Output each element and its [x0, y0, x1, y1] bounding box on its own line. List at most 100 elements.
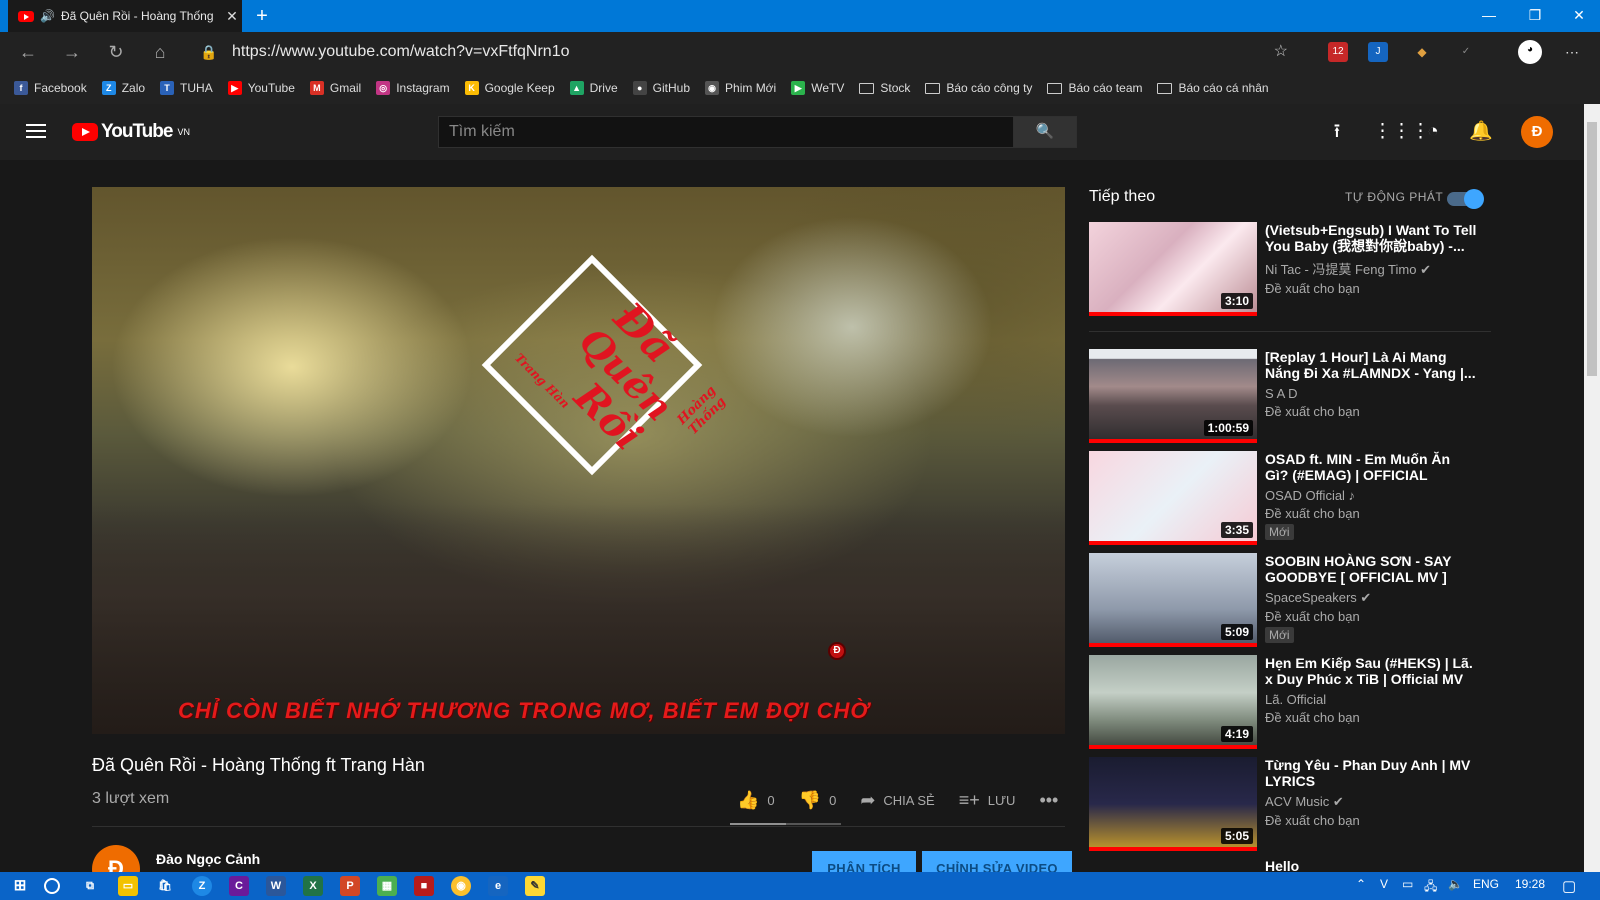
clock[interactable]: 19:28 — [1515, 877, 1545, 891]
video-player[interactable]: Đã Quên Rồi Hoàng Thống Trang Hàn Đ CHỈ … — [92, 187, 1065, 734]
bookmark-item[interactable]: ▲ Drive — [569, 81, 618, 95]
task-view-icon[interactable]: ⧉ — [80, 876, 100, 896]
extension-j-icon[interactable]: J — [1368, 42, 1388, 62]
menu-icon[interactable] — [26, 124, 46, 138]
bookmark-item[interactable]: ◎ Instagram — [376, 81, 450, 95]
forward-arrow-icon[interactable]: → — [58, 38, 86, 66]
profile-icon[interactable]: ◕ — [1518, 40, 1542, 64]
tab-close-icon[interactable]: ✕ — [222, 8, 242, 25]
speaker-icon[interactable]: 🔊 — [40, 9, 55, 23]
video-thumbnail[interactable]: 3:10 — [1089, 222, 1257, 316]
windows-start-icon[interactable]: ⊞ — [10, 876, 30, 896]
dislike-button[interactable]: 👎 0 — [799, 790, 837, 811]
edge-icon[interactable]: e — [488, 876, 508, 896]
recommendation-item[interactable]: 5:05 Từng Yêu - Phan Duy Anh | MV LYRICS A… — [1089, 757, 1489, 851]
tray-chevron-icon[interactable]: ⌃ — [1356, 877, 1366, 891]
scrollbar-thumb[interactable] — [1587, 122, 1597, 376]
bookmark-item[interactable]: ▶ YouTube — [227, 81, 295, 95]
battery-icon[interactable]: ▭ — [1402, 877, 1413, 891]
recommendation-title[interactable]: [Replay 1 Hour] Là Ai Mang Nắng Đi Xa #L… — [1265, 349, 1477, 381]
address-bar[interactable]: 🔒 https://www.youtube.com/watch?v=vxFtfq… — [186, 36, 1294, 68]
store-icon[interactable]: 🛍 — [155, 876, 175, 896]
extension-gray-icon[interactable]: ✓ — [1456, 42, 1476, 62]
new-tab-button[interactable]: + — [250, 4, 274, 28]
like-button[interactable]: 👍 0 — [737, 790, 775, 811]
recommendation-title[interactable]: Hẹn Em Kiếp Sau (#HEKS) | Lã. x Duy Phúc… — [1265, 655, 1477, 687]
recommendation-channel[interactable]: OSAD Official ♪ — [1265, 488, 1477, 503]
window-close-button[interactable]: ✕ — [1558, 0, 1600, 30]
powerpoint-icon[interactable]: P — [340, 876, 360, 896]
video-thumbnail[interactable]: 5:05 — [1089, 757, 1257, 851]
search-button[interactable]: 🔍 — [1013, 116, 1077, 148]
recommendation-item[interactable]: 5:09 SOOBIN HOÀNG SƠN - SAY GOODBYE [ OFF… — [1089, 553, 1489, 647]
recommendation-channel[interactable]: ACV Music ✔ — [1265, 794, 1477, 810]
share-button[interactable]: ➦ CHIA SẺ — [860, 790, 934, 811]
home-icon[interactable]: ⌂ — [146, 38, 174, 66]
video-thumbnail[interactable]: 4:19 — [1089, 655, 1257, 749]
save-button[interactable]: ≡+ LƯU — [959, 790, 1016, 811]
recommendation-title[interactable]: SOOBIN HOÀNG SƠN - SAY GOODBYE [ OFFICIA… — [1265, 553, 1477, 585]
notepad-icon[interactable]: ✎ — [525, 876, 545, 896]
recommendation-item[interactable]: 1:00:59 [Replay 1 Hour] Là Ai Mang Nắng Đ… — [1089, 349, 1489, 443]
video-thumbnail[interactable]: 3:35 — [1089, 451, 1257, 545]
search-circle-icon[interactable] — [44, 878, 60, 894]
restore-button[interactable]: ❐ — [1512, 0, 1558, 30]
reload-icon[interactable]: ↻ — [102, 38, 130, 66]
file-explorer-icon[interactable]: ▭ — [118, 876, 138, 896]
back-arrow-icon[interactable]: ← — [14, 38, 42, 66]
app-grid-color-icon[interactable]: ▦ — [377, 876, 397, 896]
bookmark-item[interactable]: Báo cáo cá nhân — [1157, 81, 1269, 95]
language-label[interactable]: ENG — [1473, 877, 1499, 891]
recommendation-channel[interactable]: S A D — [1265, 386, 1477, 401]
network-icon[interactable]: 🖧 — [1424, 877, 1437, 898]
recommendation-title[interactable]: OSAD ft. MIN - Em Muốn Ăn Gì? (#EMAG) | … — [1265, 451, 1477, 483]
browser-tab[interactable]: 🔊 Đã Quên Rồi - Hoàng Thống ✕ — [8, 0, 242, 32]
recommendation-item[interactable]: 3:10 (Vietsub+Engsub) I Want To Tell You … — [1089, 222, 1489, 316]
upload-icon[interactable]: ⭱ — [1325, 120, 1349, 144]
extension-orange-icon[interactable]: ◆ — [1412, 42, 1432, 62]
recommendation-channel[interactable]: SpaceSpeakers ✔ — [1265, 590, 1477, 606]
account-avatar[interactable]: Đ — [1521, 116, 1553, 148]
bookmark-item[interactable]: ● GitHub — [632, 81, 690, 95]
bookmark-item[interactable]: ▶ WeTV — [791, 81, 844, 95]
search-input[interactable]: Tìm kiếm — [438, 116, 1014, 148]
bookmark-item[interactable]: M Gmail — [309, 81, 361, 95]
bookmark-item[interactable]: Báo cáo team — [1047, 81, 1142, 95]
bookmark-item[interactable]: ◉ Phim Mới — [705, 81, 776, 95]
zalo-taskbar-icon[interactable]: Z — [192, 876, 212, 896]
extension-badge-icon[interactable]: 12 — [1328, 42, 1348, 62]
bookmark-item[interactable]: Báo cáo công ty — [925, 81, 1032, 95]
messages-icon[interactable]: ◔ — [1421, 120, 1445, 144]
recommendation-channel[interactable]: Ni Tac - 冯提莫 Feng Timo ✔ — [1265, 259, 1477, 278]
chrome-icon[interactable]: ◉ — [451, 876, 471, 896]
volume-icon[interactable]: 🔈 — [1448, 877, 1463, 891]
recommendation-title[interactable]: (Vietsub+Engsub) I Want To Tell You Baby… — [1265, 222, 1477, 254]
tray-v-icon[interactable]: V — [1380, 877, 1388, 891]
settings-more-icon[interactable]: ⋯ — [1562, 42, 1582, 62]
more-actions-button[interactable]: ••• — [1039, 790, 1058, 811]
bookmark-item[interactable]: T TUHA — [160, 81, 213, 95]
channel-name[interactable]: Đào Ngọc Cảnh — [156, 851, 260, 867]
word-icon[interactable]: W — [266, 876, 286, 896]
video-thumbnail[interactable]: 1:00:59 — [1089, 349, 1257, 443]
minimize-button[interactable]: — — [1466, 0, 1512, 30]
recommendation-item[interactable]: 4:19 Hẹn Em Kiếp Sau (#HEKS) | Lã. x Duy … — [1089, 655, 1489, 749]
bookmark-item[interactable]: f Facebook — [14, 81, 87, 95]
autoplay-toggle[interactable] — [1447, 189, 1484, 209]
favorite-star-icon[interactable]: ☆ — [1274, 36, 1288, 68]
notifications-bell-icon[interactable]: 🔔 — [1469, 120, 1493, 144]
apps-grid-icon[interactable]: ⋮⋮⋮ — [1373, 120, 1430, 144]
page-scrollbar[interactable] — [1584, 104, 1600, 872]
video-thumbnail[interactable]: 5:09 — [1089, 553, 1257, 647]
notification-center-icon[interactable]: ▢ — [1562, 877, 1576, 895]
youtube-logo[interactable]: YouTube VN — [72, 121, 190, 143]
recommendation-channel[interactable]: Lã. Official — [1265, 692, 1477, 707]
recommendation-title[interactable]: Từng Yêu - Phan Duy Anh | MV LYRICS — [1265, 757, 1477, 789]
excel-icon[interactable]: X — [303, 876, 323, 896]
app-red-icon[interactable]: ■ — [414, 876, 434, 896]
bookmark-item[interactable]: Z Zalo — [101, 81, 145, 95]
bookmark-item[interactable]: Stock — [859, 81, 910, 95]
app-c-icon[interactable]: C — [229, 876, 249, 896]
recommendation-item[interactable]: 3:35 OSAD ft. MIN - Em Muốn Ăn Gì? (#EMAG… — [1089, 451, 1489, 545]
bookmark-item[interactable]: K Google Keep — [464, 81, 555, 95]
